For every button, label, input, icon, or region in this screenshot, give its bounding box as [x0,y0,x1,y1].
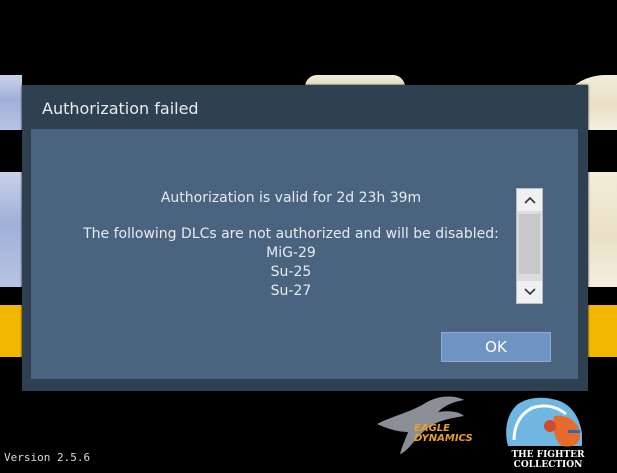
dialog-title: Authorization failed [42,99,199,118]
chevron-down-icon [523,288,536,296]
eagle-dynamics-logo: EAGLE DYNAMICS [372,394,490,456]
headdress-icon [506,397,582,447]
message-scrollbar[interactable] [516,188,543,304]
background-stripe-left [0,305,22,357]
dlc-list-item: Su-27 [270,283,312,299]
background-stripe-right [588,305,617,357]
eagle-dynamics-logo-text: EAGLE DYNAMICS [414,423,473,444]
scroll-thumb[interactable] [519,214,540,274]
version-label: Version 2.5.6 [4,451,91,464]
authorization-validity-text: Authorization is valid for 2d 23h 39m [160,190,422,206]
background-art-right-mid [588,172,617,287]
fighter-collection-logo-text: THE FIGHTER COLLECTION [511,450,585,470]
scroll-up-button[interactable] [517,189,542,211]
background-art-left-mid [0,172,22,287]
scroll-down-button[interactable] [517,281,542,303]
dlc-warning-text: The following DLCs are not authorized an… [83,226,499,242]
fighter-collection-logo: THE FIGHTER COLLECTION [484,396,612,470]
dlc-list-item: Su-25 [270,264,312,280]
ok-button[interactable]: OK [441,332,551,362]
dlc-list-item: MiG-29 [266,245,316,261]
dialog-message: Authorization is valid for 2d 23h 39m Th… [31,189,551,301]
background-art-left-top [0,75,22,130]
chevron-up-icon [523,196,536,204]
authorization-dialog: Authorization failed Authorization is va… [22,85,588,391]
